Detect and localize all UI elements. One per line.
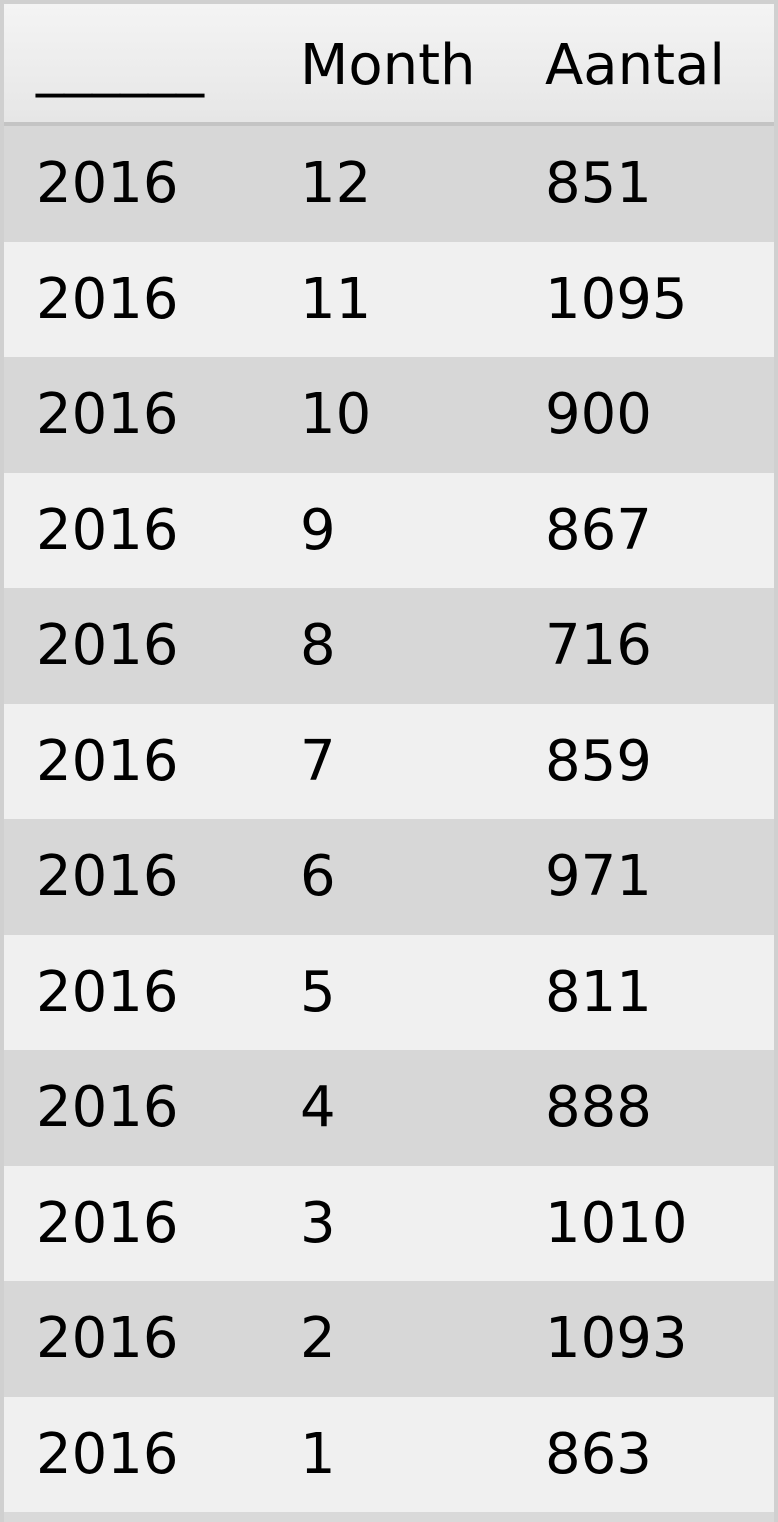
header-cell-aantal[interactable]: Aantal [545,30,725,102]
table-row[interactable]: 2016 3 1010 [4,1165,774,1281]
year-cell: 2016 [36,959,179,1025]
table-row[interactable]: 2016 9 867 [4,472,774,588]
header-cell-year[interactable]: ______ [36,30,204,102]
aantal-cell: 971 [545,844,652,909]
month-cell: 6 [300,844,336,909]
month-cell: 4 [300,1075,336,1140]
year-cell: 2016 [36,1421,179,1487]
table-row[interactable]: 2016 7 859 [4,703,774,819]
year-cell: 2016 [36,497,179,563]
month-cell: 5 [300,959,336,1025]
month-cell: 1 [300,1421,336,1487]
table-row[interactable]: 2016 5 811 [4,934,774,1050]
year-cell: 2016 [36,1075,179,1140]
year-cell: 2016 [36,728,179,794]
table-row[interactable]: 2016 1 863 [4,1396,774,1512]
aantal-cell: 888 [545,1075,652,1140]
month-cell: 12 [300,151,372,216]
aantal-cell: 1010 [545,1190,688,1256]
table-row[interactable]: 2016 6 971 [4,819,774,935]
aantal-cell: 811 [545,959,652,1025]
month-cell: 8 [300,613,336,678]
month-cell: 2 [300,1306,336,1371]
aantal-cell: 863 [545,1421,652,1487]
table-row[interactable]: 2016 11 1095 [4,241,774,357]
table-row[interactable]: 2016 2 1093 [4,1281,774,1397]
aantal-cell: 900 [545,382,652,447]
month-cell: 10 [300,382,372,447]
table-row[interactable]: 2016 8 716 [4,588,774,704]
aantal-cell: 1095 [545,266,688,332]
month-cell: 9 [300,497,336,563]
table-body: 2016 12 851 2016 11 1095 2016 10 900 201… [4,126,774,1512]
table-row[interactable]: 2016 4 888 [4,1050,774,1166]
month-cell: 3 [300,1190,336,1256]
year-cell: 2016 [36,613,179,678]
year-cell: 2016 [36,1190,179,1256]
aantal-cell: 716 [545,613,652,678]
header-cell-month[interactable]: Month [300,30,476,102]
aantal-cell: 867 [545,497,652,563]
year-cell: 2016 [36,1306,179,1371]
year-cell: 2016 [36,382,179,447]
aantal-cell: 1093 [545,1306,688,1371]
year-cell: 2016 [36,266,179,332]
table-row[interactable]: 2016 10 900 [4,357,774,473]
month-cell: 11 [300,266,372,332]
year-cell: 2016 [36,844,179,909]
aantal-cell: 859 [545,728,652,794]
table-header: ______ Month Aantal [4,4,774,126]
month-cell: 7 [300,728,336,794]
aantal-cell: 851 [545,151,652,216]
year-cell: 2016 [36,151,179,216]
table-row[interactable]: 2016 12 851 [4,126,774,242]
data-table: ______ Month Aantal 2016 12 851 2016 11 … [0,0,778,1522]
